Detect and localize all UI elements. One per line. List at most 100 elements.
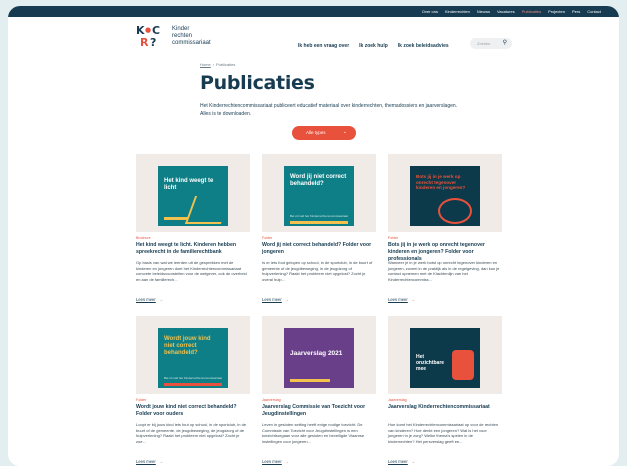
cover-image: Het onzichtbare mee bbox=[410, 328, 480, 388]
card-category: Folder bbox=[262, 236, 273, 240]
card-title[interactable]: Jaarverslag Kinderrechtencommissariaat bbox=[388, 404, 502, 411]
cover-image: Jaarverslag 2021 bbox=[284, 328, 354, 388]
arrow-right-icon: → bbox=[410, 459, 415, 464]
breadcrumb: Home › Publicaties bbox=[200, 62, 235, 67]
cover-accent bbox=[290, 379, 330, 382]
arrow-right-icon: → bbox=[284, 297, 289, 302]
arrow-right-icon: → bbox=[410, 297, 415, 302]
card-description: Leven in gesloten setting heeft enige no… bbox=[262, 422, 365, 444]
cover-image: Wordt jouw kind niet correct behandeld? … bbox=[158, 328, 228, 388]
logo-text: Kinder rechten commissariaat bbox=[172, 26, 211, 47]
card-description: Wanneer je in je werk botst op onrecht t… bbox=[388, 260, 500, 282]
card-thumbnail[interactable]: Het onzichtbare mee bbox=[388, 316, 502, 394]
read-more-label: Lees meer bbox=[262, 297, 282, 302]
arrow-right-icon: → bbox=[158, 297, 163, 302]
top-nav-contact[interactable]: Contact bbox=[587, 9, 601, 14]
arrow-right-icon: → bbox=[284, 459, 289, 464]
read-more-label: Lees meer bbox=[388, 459, 408, 464]
cover-subtitle: Bel of mail het Kinderrechtencommissaria… bbox=[290, 214, 348, 218]
card-category: Brochure bbox=[136, 236, 151, 240]
logo-line-2: rechten bbox=[172, 33, 193, 39]
cover-title: Bots jij in je werk op onrecht tegenover… bbox=[416, 174, 466, 190]
cover-accent bbox=[290, 221, 348, 224]
logo-dot-icon: ● bbox=[145, 26, 152, 34]
logo-letter-c: C bbox=[152, 24, 161, 37]
card-category: Folder bbox=[136, 398, 147, 402]
cover-image: Bots jij in je werk op onrecht tegenover… bbox=[410, 166, 480, 226]
read-more-link[interactable]: Lees meer → bbox=[136, 459, 163, 464]
logo-mark: K ● C R ? bbox=[136, 25, 164, 49]
filter-dropdown[interactable]: Alle types ⌄ bbox=[292, 126, 356, 140]
top-nav-publicaties[interactable]: Publicaties bbox=[522, 9, 541, 14]
read-more-link[interactable]: Lees meer → bbox=[262, 459, 289, 464]
top-nav-projecten[interactable]: Projecten bbox=[548, 9, 565, 14]
card-category: Jaarverslag bbox=[262, 398, 281, 402]
logo-letter-k: K bbox=[136, 24, 145, 37]
chevron-down-icon: ⌄ bbox=[342, 129, 347, 135]
read-more-link[interactable]: Lees meer → bbox=[136, 297, 163, 302]
cover-title: Het kind weegt te licht bbox=[164, 178, 214, 191]
main-nav-hulp[interactable]: Ik zoek hulp bbox=[359, 43, 388, 49]
cover-subtitle: Bel of mail het Kinderrechtencommissaria… bbox=[164, 376, 222, 380]
card-title[interactable]: Wordt jouw kind niet correct behandeld? … bbox=[136, 404, 250, 418]
breadcrumb-current: Publicaties bbox=[216, 62, 236, 67]
card-title[interactable]: Jaarverslag Commissie van Toezicht voor … bbox=[262, 404, 376, 418]
read-more-label: Lees meer bbox=[136, 459, 156, 464]
card-description: Op basis van wat we leerden uit de gespr… bbox=[136, 260, 247, 282]
top-nav-pers[interactable]: Pers bbox=[572, 9, 580, 14]
card-description: Hoe komt het Kinderrechtencommissariaat … bbox=[388, 422, 499, 444]
search-placeholder: Zoeken bbox=[477, 41, 491, 46]
read-more-label: Lees meer bbox=[388, 297, 408, 302]
card-thumbnail[interactable]: Bots jij in je werk op onrecht tegenover… bbox=[388, 154, 502, 232]
card-category: Jaarverslag bbox=[388, 398, 407, 402]
card-description: Loopt er bij jouw kind iets fout op scho… bbox=[136, 422, 247, 444]
page-intro: Het Kinderrechtencommissariaat publiceer… bbox=[200, 103, 458, 117]
cover-title: Het onzichtbare mee bbox=[416, 354, 445, 372]
top-nav-vacatures[interactable]: Vacatures bbox=[497, 9, 515, 14]
top-nav-kinderrechten[interactable]: Kinderrechten bbox=[445, 9, 470, 14]
top-nav-nieuws[interactable]: Nieuws bbox=[477, 9, 490, 14]
logo-question: ? bbox=[150, 36, 157, 49]
card-description: Is er iets fout gelopen op school, in de… bbox=[262, 260, 373, 282]
read-more-link[interactable]: Lees meer → bbox=[388, 297, 415, 302]
main-nav: Ik heb een vraag over Ik zoek hulp Ik zo… bbox=[298, 43, 449, 49]
card-thumbnail[interactable]: Word jij niet correct behandeld? Bel of … bbox=[262, 154, 376, 232]
card-thumbnail[interactable]: Jaarverslag 2021 bbox=[262, 316, 376, 394]
top-nav-over-ons[interactable]: Over ons bbox=[422, 9, 438, 14]
top-bar: Over ons Kinderrechten Nieuws Vacatures … bbox=[8, 6, 619, 17]
filter-label: Alle types bbox=[306, 130, 326, 135]
read-more-link[interactable]: Lees meer → bbox=[262, 297, 289, 302]
cover-title: Word jij niet correct behandeld? bbox=[290, 174, 347, 187]
cover-title: Wordt jouw kind niet correct behandeld? bbox=[164, 336, 211, 356]
page-title: Publicaties bbox=[200, 72, 315, 94]
cover-image: Word jij niet correct behandeld? Bel of … bbox=[284, 166, 354, 226]
logo-letter-r: R bbox=[140, 36, 149, 49]
card-thumbnail[interactable]: Wordt jouw kind niet correct behandeld? … bbox=[136, 316, 250, 394]
main-nav-vraag[interactable]: Ik heb een vraag over bbox=[298, 43, 349, 49]
read-more-label: Lees meer bbox=[136, 297, 156, 302]
cover-illustration bbox=[184, 196, 232, 224]
breadcrumb-home[interactable]: Home bbox=[200, 62, 211, 67]
card-thumbnail[interactable]: Het kind weegt te licht bbox=[136, 154, 250, 232]
cover-image: Het kind weegt te licht bbox=[158, 166, 232, 226]
cover-accent bbox=[164, 383, 222, 386]
search-field[interactable]: Zoeken ⚲ bbox=[470, 38, 512, 49]
arrow-right-icon: → bbox=[158, 459, 163, 464]
cover-title: Jaarverslag 2021 bbox=[290, 350, 343, 357]
main-nav-beleidsadvies[interactable]: Ik zoek beleidsadvies bbox=[398, 43, 449, 49]
card-title[interactable]: Word jij niet correct behandeld? Folder … bbox=[262, 242, 376, 256]
cover-accent bbox=[164, 217, 188, 220]
browser-frame: Over ons Kinderrechten Nieuws Vacatures … bbox=[8, 6, 619, 466]
top-nav: Over ons Kinderrechten Nieuws Vacatures … bbox=[422, 6, 601, 17]
site-logo[interactable]: K ● C R ? Kinder rechten commissariaat bbox=[136, 25, 216, 53]
cover-illustration bbox=[452, 350, 474, 380]
logo-line-3: commissariaat bbox=[172, 40, 211, 46]
card-category: Folder bbox=[388, 236, 399, 240]
cover-illustration bbox=[438, 198, 472, 224]
logo-line-1: Kinder bbox=[172, 26, 190, 32]
breadcrumb-separator: › bbox=[212, 62, 215, 67]
read-more-label: Lees meer bbox=[262, 459, 282, 464]
card-title[interactable]: Het kind weegt te licht. Kinderen hebben… bbox=[136, 242, 250, 256]
search-icon[interactable]: ⚲ bbox=[503, 40, 507, 47]
read-more-link[interactable]: Lees meer → bbox=[388, 459, 415, 464]
